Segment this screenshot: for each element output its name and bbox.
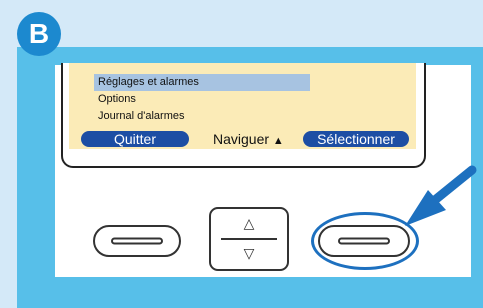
- left-softkey-button[interactable]: [93, 225, 181, 257]
- triangle-up-icon[interactable]: △: [211, 216, 287, 230]
- step-badge: B: [17, 12, 61, 56]
- instruction-figure: Réglages et alarmes Options Journal d'al…: [0, 0, 483, 308]
- softkey-bar: Quitter Naviguer ▲︎ Sélectionner: [69, 129, 416, 149]
- lcd-screen: Réglages et alarmes Options Journal d'al…: [69, 63, 416, 149]
- highlight-ring: [311, 212, 419, 270]
- menu-item-alarm-log[interactable]: Journal d'alarmes: [94, 108, 310, 125]
- menu-list: Réglages et alarmes Options Journal d'al…: [94, 74, 310, 125]
- softkey-select-label[interactable]: Sélectionner: [303, 131, 409, 147]
- navigate-label: Naviguer ▲︎: [213, 130, 284, 150]
- navigation-button[interactable]: △ ▽: [209, 207, 289, 271]
- triangle-down-icon[interactable]: ▽: [211, 246, 287, 260]
- display-bezel: Réglages et alarmes Options Journal d'al…: [61, 63, 426, 168]
- button-slot-icon: [111, 237, 163, 245]
- softkey-quit-label[interactable]: Quitter: [81, 131, 189, 147]
- navigate-label-text: Naviguer: [213, 131, 270, 147]
- up-down-arrows-icon: ▲︎: [272, 135, 284, 147]
- menu-item-options[interactable]: Options: [94, 91, 310, 108]
- panel: Réglages et alarmes Options Journal d'al…: [17, 47, 483, 308]
- navigation-divider: [221, 238, 277, 240]
- menu-item-settings-alarms[interactable]: Réglages et alarmes: [94, 74, 310, 91]
- device-illustration: Réglages et alarmes Options Journal d'al…: [55, 63, 471, 277]
